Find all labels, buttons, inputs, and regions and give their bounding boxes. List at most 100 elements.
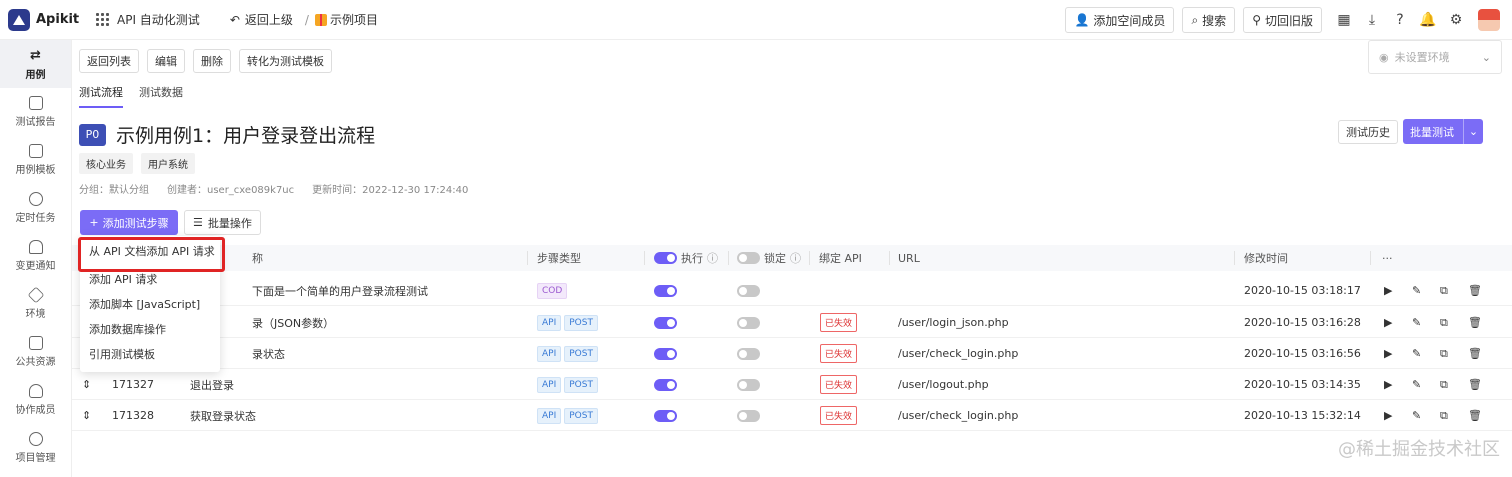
lock-toggle[interactable] [737,409,760,422]
add-step-label: 添加测试步骤 [102,216,169,230]
bind-cell: 已失效 [820,400,858,431]
trash-icon[interactable]: 🗑 [1468,400,1482,431]
download-icon[interactable]: ⤓ [1358,6,1386,34]
trash-icon[interactable]: 🗑 [1468,275,1482,306]
col-exec-label: 执行 [681,252,703,265]
sidebar-item-environment[interactable]: 环境 [0,280,71,328]
batch-op-button[interactable]: ☰ 批量操作 [184,210,261,235]
sidebar-item-reports[interactable]: 测试报告 [0,88,71,136]
sidebar-item-cases[interactable]: ⇄ 用例 [0,40,71,88]
bind-cell: 已失效 [820,338,858,369]
drag-handle-icon[interactable]: ⇕ [82,369,91,400]
run-icon[interactable]: ▶ [1384,338,1392,369]
sidebar-item-notifications[interactable]: 变更通知 [0,232,71,280]
lock-toggle[interactable] [737,284,760,297]
sidebar: ⇄ 用例 测试报告 用例模板 定时任务 变更通知 环境 公共资源 协作成员 项目… [0,40,72,477]
edit-icon[interactable]: ✎ [1412,369,1421,400]
bell-icon[interactable]: 🔔 [1414,6,1442,34]
delete-button[interactable]: 删除 [193,49,231,73]
settings-gear-icon[interactable]: ⚙ [1442,6,1470,34]
batch-test-button[interactable]: 批量测试 ⌄ [1403,119,1483,144]
batch-test-label: 批量测试 [1410,125,1454,139]
edit-icon[interactable]: ✎ [1412,338,1421,369]
environment-select[interactable]: ◉ 未设置环境 ⌄ [1368,40,1502,74]
sidebar-item-schedule[interactable]: 定时任务 [0,184,71,232]
step-type: API POST [537,369,601,400]
lock-toggle[interactable] [737,316,760,329]
add-step-button[interactable]: + 添加测试步骤 [80,210,178,235]
chevron-down-icon[interactable]: ⌄ [1463,119,1483,144]
copy-icon[interactable]: ⧉ [1440,338,1448,369]
table-row[interactable]: 录（JSON参数） API POST 已失效 /user/login_json.… [72,307,1512,338]
run-icon[interactable]: ▶ [1384,307,1392,338]
back-up-link[interactable]: ↶ 返回上级 [230,11,293,28]
copy-icon[interactable]: ⧉ [1440,307,1448,338]
main-content: 返回列表 编辑 删除 转化为测试模板 ◉ 未设置环境 ⌄ 测试流程 测试数据 P… [72,40,1512,477]
exec-toggle[interactable] [654,284,677,297]
table-row[interactable]: 下面是一个简单的用户登录流程测试 COD 2020-10-15 03:18:17… [72,275,1512,306]
avatar[interactable] [1478,9,1500,31]
add-member-button[interactable]: 👤 添加空间成员 [1065,7,1175,33]
step-type: COD [537,275,570,306]
run-icon[interactable]: ▶ [1384,275,1392,306]
tab-test-flow[interactable]: 测试流程 [79,84,123,108]
example-project-link[interactable]: 示例项目 [314,11,378,28]
menu-item-add-db[interactable]: 添加数据库操作 [80,316,220,341]
exec-cell [654,400,677,431]
edit-icon[interactable]: ✎ [1412,400,1421,431]
logo[interactable]: Apikit [8,8,86,31]
copy-icon[interactable]: ⧉ [1440,275,1448,306]
edit-button[interactable]: 编辑 [147,49,185,73]
table-row[interactable]: 录状态 API POST 已失效 /user/check_login.php 2… [72,338,1512,369]
sidebar-item-resources[interactable]: 公共资源 [0,328,71,376]
modified-time: 2020-10-15 03:14:35 [1244,378,1361,391]
switch-old-button[interactable]: ⚲ 切回旧版 [1243,7,1322,33]
help-icon[interactable]: ? [1386,6,1414,34]
exec-all-toggle[interactable] [654,252,677,264]
exec-toggle[interactable] [654,409,677,422]
search-button[interactable]: ⌕ 搜索 [1182,7,1236,33]
col-separator [1234,251,1235,265]
project-switcher[interactable]: API 自动化测试 [96,11,200,28]
edit-icon[interactable]: ✎ [1412,275,1421,306]
sidebar-item-members[interactable]: 协作成员 [0,376,71,424]
trash-icon[interactable]: 🗑 [1468,338,1482,369]
table-row[interactable]: ⇕ 171328 获取登录状态 API POST 已失效 /user/check… [72,400,1512,431]
exec-toggle[interactable] [654,347,677,360]
more-icon[interactable]: ··· [1382,245,1393,271]
step-name: 录状态 [252,347,285,361]
convert-template-button[interactable]: 转化为测试模板 [239,49,332,73]
lock-toggle[interactable] [737,347,760,360]
sidebar-item-templates[interactable]: 用例模板 [0,136,71,184]
sidebar-item-project-manage[interactable]: 项目管理 [0,424,71,472]
drag-handle-icon[interactable]: ⇕ [82,400,91,431]
run-icon[interactable]: ▶ [1384,400,1392,431]
lock-toggle[interactable] [737,378,760,391]
lock-all-toggle[interactable] [737,252,760,264]
sidebar-item-label: 测试报告 [15,117,56,128]
back-list-button[interactable]: 返回列表 [79,49,139,73]
sidebar-item-label: 环境 [25,309,46,320]
tab-test-data[interactable]: 测试数据 [139,84,183,108]
col-separator [889,251,890,265]
table-row[interactable]: ⇕ 171327 退出登录 API POST 已失效 /user/logout.… [72,369,1512,400]
trash-icon[interactable]: 🗑 [1468,307,1482,338]
run-icon[interactable]: ▶ [1384,369,1392,400]
timer-icon [28,192,43,206]
exec-toggle[interactable] [654,378,677,391]
calendar-icon[interactable]: ▦ [1330,6,1358,34]
copy-icon[interactable]: ⧉ [1440,400,1448,431]
bind-cell: 已失效 [820,307,858,338]
exec-toggle[interactable] [654,316,677,329]
copy-icon[interactable]: ⧉ [1440,369,1448,400]
menu-item-ref-template[interactable]: 引用测试模板 [80,341,220,366]
edit-icon[interactable]: ✎ [1412,307,1421,338]
step-name: 录（JSON参数） [252,316,335,330]
status-badge: 已失效 [820,406,858,425]
menu-item-add-script[interactable]: 添加脚本 [JavaScript] [80,291,220,316]
updated-info: 更新时间：2022-12-30 17:24:40 [312,185,469,196]
trash-icon[interactable]: 🗑 [1468,369,1482,400]
test-history-button[interactable]: 测试历史 [1338,120,1398,144]
col-exec: 执行 ⓘ [654,245,718,271]
modified-time: 2020-10-15 03:16:28 [1244,316,1361,329]
